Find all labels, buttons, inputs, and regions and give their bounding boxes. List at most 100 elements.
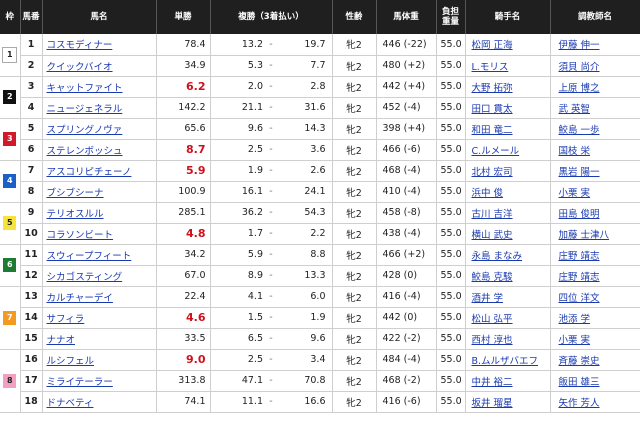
- jockey-link[interactable]: 北村 宏司: [472, 167, 513, 178]
- jockey-link[interactable]: 浜中 俊: [472, 188, 504, 199]
- jockey-link[interactable]: 酒井 学: [472, 293, 504, 304]
- trainer-link[interactable]: 国枝 栄: [559, 146, 591, 157]
- jockey-link[interactable]: 和田 竜二: [472, 125, 513, 136]
- horse-name-link[interactable]: ミライテーラー: [47, 377, 113, 388]
- trainer-link[interactable]: 伊藤 伸一: [559, 40, 600, 51]
- jockey-link[interactable]: 中井 裕二: [472, 377, 513, 388]
- trainer-link[interactable]: 斉藤 崇史: [559, 356, 600, 367]
- place-odds-low: 2.5: [210, 139, 265, 161]
- jockey-link[interactable]: L.モリス: [472, 62, 509, 73]
- place-odds-high: 19.7: [277, 34, 333, 56]
- place-odds-dash: -: [265, 370, 277, 392]
- place-odds-dash: -: [265, 349, 277, 371]
- trainer-link[interactable]: 須貝 尚介: [559, 62, 600, 73]
- horse-name-cell: スプリングノヴァ: [42, 118, 157, 140]
- jockey-cell: 松岡 正海: [465, 34, 551, 56]
- jockey-cell: 和田 竜二: [465, 118, 551, 140]
- trainer-link[interactable]: 飯田 雄三: [559, 377, 600, 388]
- jockey-cell: 鮫島 克駿: [465, 265, 551, 287]
- jockey-link[interactable]: 大野 拓弥: [472, 83, 513, 94]
- horse-name-link[interactable]: コスモディナー: [47, 40, 113, 51]
- sex-age: 牝2: [332, 370, 377, 392]
- header-umaban: 馬番: [20, 0, 43, 34]
- place-odds-low: 16.1: [210, 181, 265, 203]
- trainer-link[interactable]: 黒岩 陽一: [559, 167, 600, 178]
- win-odds: 313.8: [156, 370, 211, 392]
- jockey-link[interactable]: 西村 淳也: [472, 335, 513, 346]
- horse-name-link[interactable]: ナナオ: [47, 335, 76, 346]
- horse-name-link[interactable]: クイックバイオ: [47, 62, 113, 73]
- header-name: 馬名: [42, 0, 157, 34]
- horse-name-link[interactable]: ドナベティ: [47, 398, 94, 409]
- header-win: 単勝: [156, 0, 211, 34]
- horse-number: 14: [20, 307, 43, 329]
- table-row: 4 7 アスコリピチェーノ 5.9 1.9-2.6 牝2 468 (-4) 55.0 北村 宏司…: [0, 160, 640, 203]
- horse-name-link[interactable]: ニュージェネラル: [47, 104, 123, 115]
- win-odds: 78.4: [156, 34, 211, 56]
- trainer-link[interactable]: 鮫島 一歩: [559, 125, 600, 136]
- trainer-link[interactable]: 田島 俊明: [559, 209, 600, 220]
- win-odds: 142.2: [156, 97, 211, 119]
- horse-name-link[interactable]: ステレンボッシュ: [47, 146, 123, 157]
- place-odds-dash: -: [265, 391, 277, 413]
- trainer-link[interactable]: 小栗 実: [559, 335, 591, 346]
- jockey-link[interactable]: 松岡 正海: [472, 40, 513, 51]
- race-results-table: 枠 馬番 馬名 単勝 複勝（3着払い） 性齢 馬体重 負担 重量 騎手名 調教師名…: [0, 0, 640, 413]
- burden-weight: 55.0: [436, 265, 466, 287]
- trainer-link[interactable]: 庄野 靖志: [559, 272, 600, 283]
- horse-name-link[interactable]: アスコリピチェーノ: [47, 167, 132, 178]
- table-row: 10 コラソンビート 4.8 1.7-2.2 牝2 438 (-4) 55.0 横山 武史 加藤…: [0, 223, 640, 245]
- jockey-cell: 松山 弘平: [465, 307, 551, 329]
- horse-name-link[interactable]: スウィープフィート: [47, 251, 132, 262]
- horse-name-link[interactable]: ブシブシーナ: [47, 188, 104, 199]
- jockey-cell: B.ムルザバエフ: [465, 349, 551, 371]
- waku-badge: 4: [3, 174, 17, 188]
- trainer-link[interactable]: 武 英智: [559, 104, 591, 115]
- horse-name-link[interactable]: ルシフェル: [47, 356, 95, 367]
- horse-number: 4: [20, 97, 43, 119]
- horse-name-link[interactable]: スプリングノヴァ: [47, 125, 123, 136]
- header-kinryo: 負担 重量: [436, 0, 466, 34]
- jockey-link[interactable]: 鮫島 克駿: [472, 272, 513, 283]
- jockey-link[interactable]: B.ムルザバエフ: [472, 356, 539, 367]
- table-row: 7 13 カルチャーデイ 22.4 4.1-6.0 牝2 416 (-4) 55.0 酒井 学四…: [0, 286, 640, 350]
- jockey-link[interactable]: 古川 吉洋: [472, 209, 513, 220]
- horse-name-link[interactable]: キャットファイト: [47, 83, 123, 94]
- win-odds: 6.2: [156, 76, 211, 98]
- jockey-cell: 西村 淳也: [465, 328, 551, 350]
- place-odds-low: 1.7: [210, 223, 265, 245]
- horse-name-link[interactable]: テリオスルル: [47, 209, 104, 220]
- horse-name-link[interactable]: コラソンビート: [47, 230, 114, 241]
- place-odds-dash: -: [265, 181, 277, 203]
- trainer-link[interactable]: 加藤 士津八: [559, 230, 610, 241]
- trainer-link[interactable]: 矢作 芳人: [559, 398, 600, 409]
- sex-age: 牝2: [332, 307, 377, 329]
- trainer-link[interactable]: 四位 洋文: [559, 293, 600, 304]
- jockey-link[interactable]: C.ルメール: [472, 146, 520, 157]
- sex-age: 牝2: [332, 34, 377, 56]
- trainer-cell: 上原 博之: [550, 76, 640, 98]
- horse-name-link[interactable]: シカゴスティング: [47, 272, 123, 283]
- horse-name-link[interactable]: サフィラ: [47, 314, 85, 325]
- jockey-link[interactable]: 田口 貫太: [472, 104, 513, 115]
- jockey-link[interactable]: 坂井 瑠星: [472, 398, 513, 409]
- trainer-cell: 矢作 芳人: [550, 391, 640, 413]
- trainer-link[interactable]: 庄野 靖志: [559, 251, 600, 262]
- place-odds-low: 9.6: [210, 118, 265, 140]
- burden-weight: 55.0: [436, 391, 466, 413]
- horse-number: 1: [20, 34, 43, 56]
- jockey-cell: 大野 拓弥: [465, 76, 551, 98]
- jockey-link[interactable]: 松山 弘平: [472, 314, 513, 325]
- trainer-link[interactable]: 小栗 実: [559, 188, 591, 199]
- horse-name-link[interactable]: カルチャーデイ: [47, 293, 113, 304]
- trainer-cell: 池添 学: [550, 307, 640, 329]
- horse-weight: 410 (-4): [376, 181, 437, 203]
- jockey-link[interactable]: 永島 まなみ: [472, 251, 523, 262]
- sex-age: 牝2: [332, 97, 377, 119]
- jockey-link[interactable]: 横山 武史: [472, 230, 513, 241]
- trainer-link[interactable]: 上原 博之: [559, 83, 600, 94]
- table-row: 18 ドナベティ 74.1 11.1-16.6 牝2 416 (-6) 55.0 坂井 瑠星 矢…: [0, 391, 640, 413]
- place-odds-high: 7.7: [277, 55, 333, 77]
- trainer-link[interactable]: 池添 学: [559, 314, 591, 325]
- burden-weight: 55.0: [436, 307, 466, 329]
